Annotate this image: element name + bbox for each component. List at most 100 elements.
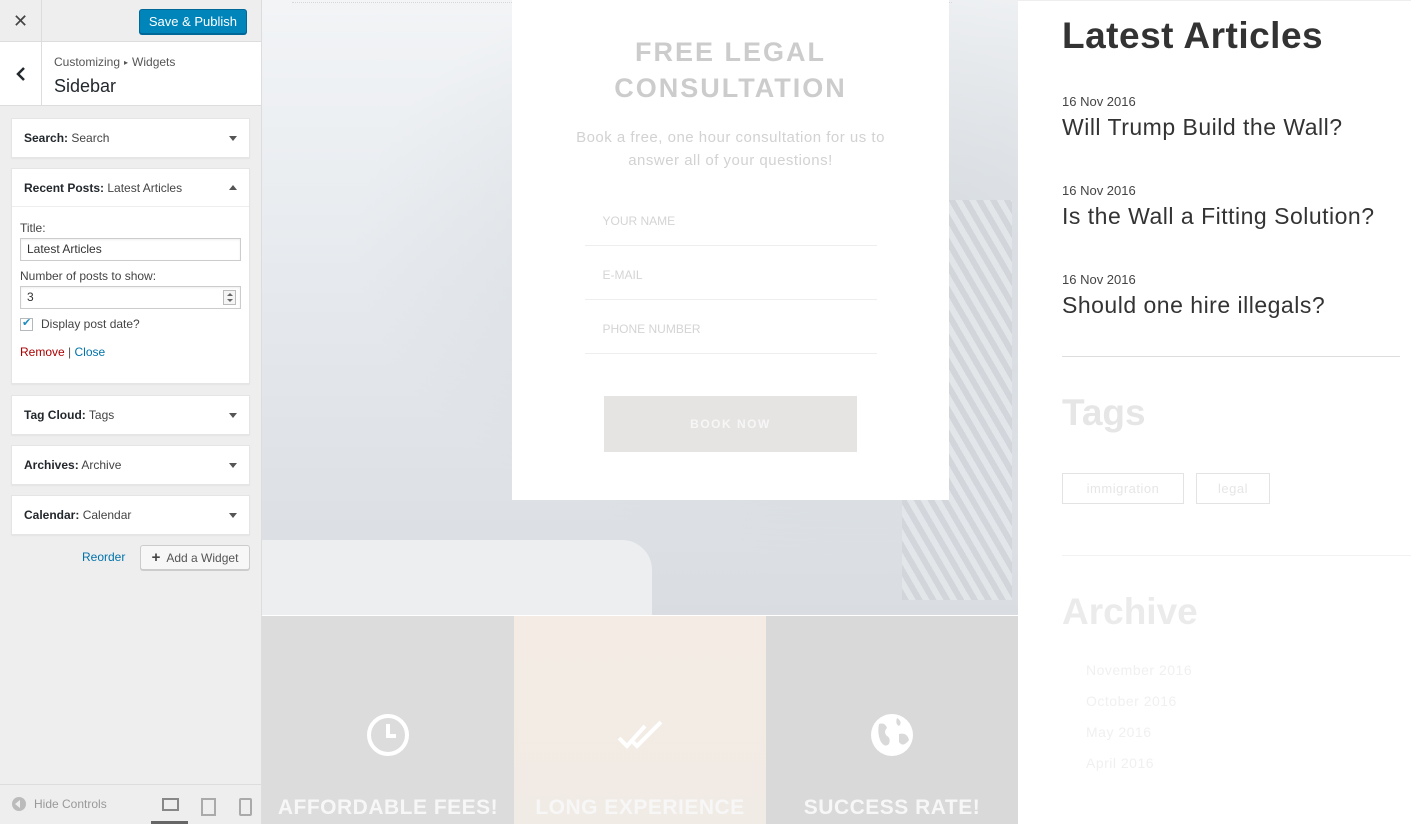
widget-tag-cloud-header[interactable]: Tag Cloud: Tags [12, 396, 249, 434]
remove-link[interactable]: Remove [20, 345, 65, 359]
tag-link[interactable]: legal [1196, 473, 1270, 504]
chevron-left-icon [15, 67, 25, 81]
phone-field-placeholder: PHONE NUMBER [602, 322, 701, 336]
chevron-down-icon[interactable] [229, 512, 237, 518]
breadcrumb-separator: ▸ [124, 58, 129, 68]
section-title: Sidebar [54, 76, 117, 96]
close-icon: ✕ [12, 10, 29, 31]
widget-type: Recent Posts: [24, 180, 105, 195]
latest-articles-heading: Latest Articles [1062, 15, 1324, 56]
widget-type: Search: [24, 131, 69, 145]
chevron-down-icon[interactable] [229, 135, 237, 141]
add-widget-button[interactable]: + Add a Widget [140, 545, 250, 570]
archive-heading: Archive [1062, 591, 1198, 632]
widget-title: Search [71, 131, 110, 145]
consultation-title-line2: CONSULTATION [614, 73, 847, 103]
widget-archives: Archives: Archive [11, 445, 250, 485]
name-field-placeholder: YOUR NAME [602, 214, 676, 228]
archive-link[interactable]: October 2016 [1086, 693, 1177, 709]
phone-field[interactable]: PHONE NUMBER [584, 300, 877, 354]
save-publish-button[interactable]: Save & Publish [138, 9, 247, 34]
widget-search: Search: Search [11, 118, 250, 158]
clock-icon [367, 714, 409, 756]
post-link[interactable]: Will Trump Build the Wall? [1062, 114, 1343, 141]
post-date: 16 Nov 2016 [1062, 272, 1136, 287]
name-field[interactable]: YOUR NAME [584, 192, 877, 246]
breadcrumb: Customizing ▸ Widgets [54, 55, 175, 69]
post-link[interactable]: Should one hire illegals? [1062, 292, 1325, 319]
back-button[interactable] [0, 42, 42, 106]
feature-affordable-fees: AFFORDABLE FEES! [262, 616, 514, 824]
widget-title: Calendar [82, 508, 132, 522]
post-date: 16 Nov 2016 [1062, 94, 1136, 109]
widget-recent-posts-header[interactable]: Recent Posts: Latest Articles [12, 169, 249, 207]
tag-link[interactable]: immigration [1062, 473, 1184, 504]
chevron-down-icon[interactable] [229, 412, 237, 418]
chevron-down-icon[interactable] [229, 462, 237, 468]
book-now-button[interactable]: BOOK NOW [604, 396, 857, 452]
feature-success-rate: SUCCESS RATE! [766, 616, 1018, 824]
feature-title: SUCCESS RATE! [803, 796, 981, 819]
hero-laptop-shape [262, 540, 652, 615]
widget-title: Tags [88, 408, 115, 422]
hide-controls-button[interactable]: Hide Controls [12, 797, 107, 811]
widget-type: Calendar: [24, 508, 80, 522]
title-label: Title: [20, 221, 46, 235]
breadcrumb-current: Widgets [132, 55, 176, 69]
sidebar-divider [1062, 555, 1411, 556]
widget-type: Tag Cloud: [24, 408, 86, 422]
widget-calendar: Calendar: Calendar [11, 495, 250, 535]
sidebar-divider [1062, 356, 1400, 357]
collapse-arrow-icon [12, 797, 26, 811]
tags-heading: Tags [1062, 392, 1146, 433]
email-field[interactable]: E-MAIL [584, 246, 877, 300]
widget-recent-posts: Recent Posts: Latest Articles Title: Lat… [11, 168, 250, 384]
close-customizer-button[interactable]: ✕ [0, 0, 42, 42]
customizer-footer: Hide Controls [0, 784, 261, 824]
display-date-checkbox[interactable] [20, 316, 33, 331]
widget-form: Title: Latest Articles Number of posts t… [12, 207, 249, 369]
email-field-placeholder: E-MAIL [602, 268, 643, 282]
close-link[interactable]: Close [75, 345, 106, 359]
section-header: Customizing ▸ Widgets Sidebar [0, 42, 261, 106]
site-preview: FREE LEGAL CONSULTATION Book a free, one… [262, 0, 1411, 824]
stepper-arrows-icon[interactable] [223, 290, 236, 305]
post-link[interactable]: Is the Wall a Fitting Solution? [1062, 203, 1375, 230]
hide-controls-label: Hide Controls [34, 797, 107, 811]
site-sidebar: Latest Articles 16 Nov 2016 Will Trump B… [1018, 0, 1411, 824]
customizer-header: ✕ Save & Publish [0, 0, 261, 42]
post-count-stepper[interactable]: 3 [20, 286, 241, 309]
plus-icon: + [151, 549, 161, 566]
post-date: 16 Nov 2016 [1062, 183, 1136, 198]
consultation-title-line1: FREE LEGAL [634, 37, 826, 67]
widget-archives-header[interactable]: Archives: Archive [12, 446, 249, 484]
double-check-icon [617, 720, 663, 749]
title-input[interactable]: Latest Articles [20, 238, 241, 261]
reorder-link[interactable]: Reorder [82, 550, 125, 564]
globe-icon [871, 714, 913, 756]
count-label: Number of posts to show: [20, 269, 157, 283]
mobile-preview-icon[interactable] [236, 797, 252, 816]
post-count-value: 3 [27, 290, 34, 304]
archive-link[interactable]: April 2016 [1086, 755, 1154, 771]
consultation-title: FREE LEGAL CONSULTATION [512, 34, 949, 106]
feature-title: AFFORDABLE FEES! [277, 796, 499, 819]
feature-title: LONG EXPERIENCE [535, 796, 745, 819]
widget-calendar-header[interactable]: Calendar: Calendar [12, 496, 249, 534]
display-date-label: Display post date? [41, 317, 140, 331]
hero-section: FREE LEGAL CONSULTATION Book a free, one… [262, 0, 1018, 615]
archive-link[interactable]: November 2016 [1086, 662, 1192, 678]
tablet-preview-icon[interactable] [199, 797, 216, 816]
widget-tag-cloud: Tag Cloud: Tags [11, 395, 250, 435]
widget-search-header[interactable]: Search: Search [12, 119, 249, 157]
customizer-panel: ✕ Save & Publish Customizing ▸ Widgets Sid… [0, 0, 262, 824]
widget-type: Archives: [24, 458, 79, 472]
chevron-up-icon[interactable] [229, 185, 237, 190]
archive-link[interactable]: May 2016 [1086, 724, 1151, 740]
add-widget-label: Add a Widget [166, 550, 239, 565]
action-divider: | [68, 345, 72, 359]
desktop-preview-icon[interactable] [161, 797, 179, 813]
widget-title: Latest Articles [107, 180, 183, 195]
consultation-subtitle: Book a free, one hour consultation for u… [576, 129, 885, 169]
sidebar-top-border [1018, 0, 1411, 1]
